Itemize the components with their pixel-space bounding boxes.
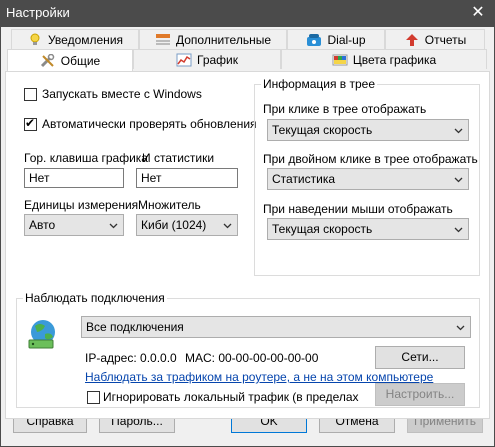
tray-info-group: Информация в трее При клике в трее отобр… (254, 77, 480, 276)
tray-click-label: При клике в трее отображать (263, 102, 427, 116)
networks-button[interactable]: Сети... (375, 346, 465, 369)
hotkey-stats-field[interactable]: Нет (136, 168, 238, 188)
tab-reports[interactable]: Отчеты (385, 29, 485, 49)
window-title: Настройки (6, 5, 70, 20)
configure-button[interactable]: Настроить... (375, 383, 465, 406)
upload-arrow-icon (404, 33, 420, 47)
chevron-down-icon (454, 223, 463, 233)
tab-label: Dial-up (327, 32, 366, 47)
multiplier-select-value: Киби (1024) (141, 218, 207, 232)
hotkey-stats-label: И статистики (142, 151, 215, 165)
tray-click-select[interactable]: Текущая скорость (267, 119, 469, 141)
chevron-down-icon (454, 124, 463, 134)
monitor-title: Наблюдать подключения (23, 291, 167, 305)
router-monitoring-link[interactable]: Наблюдать за трафиком на роутере, а не н… (85, 370, 433, 384)
tab-notifications[interactable]: Уведомления (11, 29, 139, 49)
monitor-connections-group: Наблюдать подключения Все подключения IP… (16, 291, 480, 408)
graph-icon (176, 53, 192, 67)
ignore-local-label: Игнорировать локальный трафик (в предела… (103, 390, 361, 404)
tab-general[interactable]: Общие (7, 49, 133, 71)
close-button[interactable]: ✕ (461, 0, 495, 27)
hotkey-graph-field[interactable]: Нет (24, 168, 124, 188)
tab-label: Уведомления (47, 32, 124, 47)
tray-click-value: Текущая скорость (272, 123, 373, 137)
tab-graph[interactable]: График (133, 49, 281, 69)
tray-info-title: Информация в трее (261, 77, 378, 91)
tray-dblclick-label: При двойном клике в трее отображать (263, 152, 478, 166)
ip-address-text: IP-адрес: 0.0.0.0 (85, 351, 177, 365)
general-tab-panel: Запускать вместе с Windows ✔ Автоматичес… (5, 71, 490, 419)
multiplier-select[interactable]: Киби (1024) (136, 214, 238, 236)
tray-hover-select[interactable]: Текущая скорость (267, 218, 469, 240)
chevron-down-icon (456, 321, 465, 331)
chevron-down-icon (109, 219, 118, 229)
lightbulb-icon (27, 33, 43, 47)
units-select-value: Авто (29, 218, 56, 232)
tab-additional[interactable]: Дополнительные (139, 29, 287, 49)
autoupdate-checkbox[interactable]: ✔ (24, 116, 37, 131)
palette-icon (332, 53, 348, 67)
mac-address-text: MAC: 00-00-00-00-00-00 (185, 351, 319, 365)
tab-graph-colors[interactable]: Цвета графика (281, 49, 487, 69)
checkmark-icon: ✔ (25, 116, 36, 130)
ignore-local-checkbox[interactable] (87, 391, 100, 404)
multiplier-label: Множитель (138, 198, 201, 212)
tab-label: График (197, 52, 238, 67)
tray-dblclick-select[interactable]: Статистика (267, 168, 469, 190)
chevron-down-icon (454, 173, 463, 183)
autostart-checkbox[interactable] (24, 88, 37, 101)
autoupdate-label: Автоматически проверять обновления (42, 117, 257, 131)
tray-hover-label: При наведении мыши отображать (263, 202, 453, 216)
units-label: Единицы измерения (24, 198, 139, 212)
title-bar: Настройки ✕ (0, 0, 495, 27)
phone-icon (306, 33, 322, 47)
tab-dialup[interactable]: Dial-up (287, 29, 385, 49)
options-icon (155, 33, 171, 47)
network-globe-icon (25, 317, 61, 356)
connections-value: Все подключения (86, 320, 184, 334)
tab-label: Отчеты (424, 32, 467, 47)
autostart-label: Запускать вместе с Windows (42, 87, 202, 101)
tab-label: Дополнительные (176, 32, 271, 47)
tray-hover-value: Текущая скорость (272, 222, 373, 236)
tools-icon (40, 53, 56, 68)
connections-select[interactable]: Все подключения (81, 316, 471, 338)
hotkey-graph-label: Гор. клавиша графика (24, 151, 148, 165)
units-select[interactable]: Авто (24, 214, 124, 236)
tab-label: Общие (60, 53, 101, 68)
tray-dblclick-value: Статистика (272, 172, 336, 186)
settings-window: Уведомления Дополнительные Dial-up Отчет… (0, 27, 495, 447)
chevron-down-icon (223, 219, 232, 229)
tab-label: Цвета графика (352, 52, 437, 67)
